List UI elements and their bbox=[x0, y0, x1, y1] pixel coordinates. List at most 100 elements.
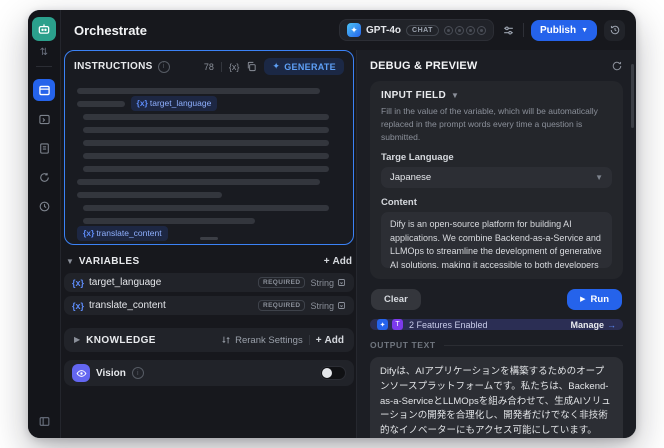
instructions-header: INSTRUCTIONS i 78 {x} ✦ GENERATE bbox=[65, 51, 353, 79]
history-clock-icon bbox=[610, 25, 619, 35]
model-name: GPT-4o bbox=[366, 24, 402, 36]
output-title: OUTPUT TEXT bbox=[370, 340, 436, 351]
instructions-editor[interactable]: INSTRUCTIONS i 78 {x} ✦ GENERATE {x} targ… bbox=[64, 50, 354, 245]
vision-toggle[interactable] bbox=[320, 366, 346, 380]
generate-button[interactable]: ✦ GENERATE bbox=[264, 58, 344, 75]
char-count: 78 bbox=[203, 61, 214, 72]
language-select[interactable]: Japanese ▼ bbox=[381, 167, 612, 189]
divider bbox=[220, 61, 222, 72]
debug-actions: Clear ▶ Run bbox=[371, 289, 622, 311]
variables-header[interactable]: ▼ VARIABLES + Add bbox=[66, 256, 352, 267]
info-icon: i bbox=[131, 367, 144, 379]
page-title: Orchestrate bbox=[74, 22, 147, 38]
refresh-icon bbox=[612, 61, 622, 71]
insert-variable-button[interactable]: {x} bbox=[229, 62, 240, 72]
variable-type[interactable]: String bbox=[310, 278, 346, 288]
header-divider bbox=[522, 23, 524, 37]
content-field-label: Content bbox=[381, 197, 417, 209]
sidebar-divider bbox=[36, 66, 52, 67]
model-parameters-button[interactable] bbox=[501, 24, 516, 37]
divider bbox=[443, 344, 623, 346]
sidebar-item-preview[interactable] bbox=[33, 108, 55, 130]
sparkle-icon: ✦ bbox=[272, 61, 281, 71]
variable-type[interactable]: String bbox=[310, 301, 346, 311]
info-icon: i bbox=[157, 60, 170, 73]
add-knowledge-button[interactable]: + Add bbox=[316, 335, 344, 346]
knowledge-title: KNOWLEDGE bbox=[86, 334, 156, 346]
app-window-icon bbox=[38, 85, 50, 95]
vision-label: Vision bbox=[96, 367, 126, 379]
plus-icon: + bbox=[323, 256, 330, 267]
orchestrate-panel: INSTRUCTIONS i 78 {x} ✦ GENERATE {x} targ… bbox=[64, 50, 359, 438]
output-section-header: OUTPUT TEXT bbox=[370, 340, 623, 350]
rerank-icon bbox=[222, 336, 230, 344]
model-mode-badge: CHAT bbox=[406, 24, 439, 36]
language-select-value: Japanese bbox=[390, 172, 432, 184]
clock-icon bbox=[39, 201, 49, 211]
chevron-right-icon: ▶ bbox=[74, 335, 81, 344]
capability-icon bbox=[454, 25, 464, 35]
publish-button[interactable]: Publish ▼ bbox=[530, 19, 597, 41]
app-logo[interactable] bbox=[32, 17, 56, 41]
manage-label: Manage bbox=[570, 319, 604, 330]
variable-icon: {x} bbox=[72, 277, 85, 288]
input-field-card: INPUT FIELD ▼ Fill in the value of the v… bbox=[370, 81, 623, 280]
output-text: Difyは、AIアプリケーションを構築するためのオープンソースプラットフォームで… bbox=[370, 357, 623, 438]
input-field-header[interactable]: INPUT FIELD ▼ bbox=[381, 90, 612, 101]
type-select-icon bbox=[338, 279, 345, 286]
variable-row[interactable]: {x} target_language REQUIRED String bbox=[64, 273, 354, 292]
type-select-icon bbox=[338, 302, 345, 309]
chevron-down-icon: ▼ bbox=[66, 256, 74, 266]
generate-label: GENERATE bbox=[284, 61, 336, 72]
version-history-button[interactable] bbox=[604, 19, 625, 41]
add-variable-button[interactable]: + Add bbox=[324, 256, 352, 267]
content-input[interactable]: Dify is an open-source platform for buil… bbox=[381, 212, 612, 269]
manage-features-button[interactable]: Manage → bbox=[570, 320, 616, 330]
swap-mode-icon[interactable]: ⇅ bbox=[40, 48, 48, 58]
top-bar: Orchestrate ✦ GPT-4o CHAT Publish ▼ bbox=[61, 10, 636, 50]
toggle-knob bbox=[322, 368, 332, 378]
clear-button[interactable]: Clear bbox=[371, 289, 421, 311]
resize-handle[interactable] bbox=[200, 237, 218, 240]
variable-token[interactable]: {x} translate_content bbox=[77, 226, 168, 241]
required-badge: REQUIRED bbox=[257, 277, 306, 288]
features-enabled-bar[interactable]: ✦ T 2 Features Enabled Manage → bbox=[370, 319, 623, 331]
variable-name: target_language bbox=[89, 277, 162, 288]
capability-icon bbox=[476, 25, 486, 35]
sidebar-item-api[interactable] bbox=[33, 166, 55, 188]
instructions-skeleton: {x} target_language {x} translate_content bbox=[65, 79, 353, 241]
sidebar-item-orchestrate[interactable] bbox=[33, 79, 55, 101]
variable-row[interactable]: {x} translate_content REQUIRED String bbox=[64, 296, 354, 315]
arrow-right-icon: → bbox=[607, 319, 616, 330]
document-icon bbox=[39, 142, 49, 154]
divider bbox=[308, 335, 310, 345]
model-selector[interactable]: ✦ GPT-4o CHAT bbox=[339, 19, 494, 41]
rerank-settings-button[interactable]: Rerank Settings bbox=[221, 335, 303, 346]
model-provider-icon: ✦ bbox=[347, 23, 361, 37]
debug-header: DEBUG & PREVIEW bbox=[370, 60, 623, 72]
instructions-title: INSTRUCTIONS bbox=[74, 61, 153, 72]
app-window: ⇅ Orchestrate ✦ GPT-4o CHAT Publish ▼ IN… bbox=[28, 10, 636, 438]
capability-icon bbox=[443, 25, 453, 35]
terminal-icon bbox=[38, 114, 50, 124]
scrollbar-thumb[interactable] bbox=[631, 64, 634, 128]
robot-icon bbox=[38, 24, 50, 34]
copy-icon[interactable] bbox=[246, 61, 257, 72]
collapse-panel-button[interactable] bbox=[38, 415, 51, 428]
variable-icon: {x} bbox=[72, 300, 85, 311]
refresh-arrow-icon bbox=[39, 172, 49, 182]
knowledge-section[interactable]: ▶ KNOWLEDGE Rerank Settings + Add bbox=[64, 328, 354, 352]
model-capability-icons bbox=[443, 25, 486, 35]
sparkle-feature-icon: ✦ bbox=[377, 319, 388, 331]
debug-title: DEBUG & PREVIEW bbox=[370, 60, 478, 72]
run-button[interactable]: ▶ Run bbox=[567, 289, 622, 311]
sidebar-item-logs[interactable] bbox=[33, 137, 55, 159]
restart-debug-button[interactable] bbox=[611, 60, 623, 72]
language-field-label: Targe Language bbox=[381, 152, 454, 164]
variables-title: VARIABLES bbox=[78, 256, 140, 267]
sidebar-item-monitoring[interactable] bbox=[33, 195, 55, 217]
variable-name: translate_content bbox=[89, 300, 166, 311]
add-label: Add bbox=[324, 334, 344, 346]
tts-feature-icon: T bbox=[392, 319, 403, 331]
variable-token[interactable]: {x} target_language bbox=[130, 96, 218, 111]
